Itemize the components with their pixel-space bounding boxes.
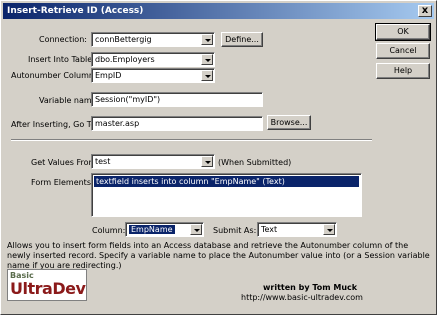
column-select[interactable]: EmpName — [125, 222, 204, 237]
column-label: Column: — [92, 226, 126, 235]
autonumber-column-select[interactable]: EmpID — [91, 68, 215, 83]
title-bar[interactable]: Insert-Retrieve ID (Access) x — [3, 3, 434, 19]
form-elements-label: Form Elements: — [31, 178, 94, 187]
chevron-down-icon[interactable] — [201, 156, 213, 167]
insert-into-table-value: dbo.Employers — [95, 55, 155, 64]
list-item[interactable]: textfield inserts into column "EmpName" … — [94, 176, 359, 187]
close-button[interactable]: x — [418, 5, 432, 17]
chevron-down-icon[interactable] — [201, 54, 213, 65]
chevron-down-icon[interactable] — [201, 34, 213, 45]
after-inserting-input[interactable]: master.asp — [91, 116, 263, 131]
chevron-down-icon[interactable] — [201, 70, 213, 81]
basic-ultradev-logo: Basic UltraDev — [7, 269, 87, 301]
variable-name-value: Session("myID") — [95, 95, 161, 104]
ok-button[interactable]: OK — [375, 23, 431, 41]
author-credit: written by Tom Muck — [263, 283, 358, 292]
insert-into-table-label: Insert Into Table: — [28, 55, 95, 64]
window-title: Insert-Retrieve ID (Access) — [7, 6, 144, 16]
get-values-from-select[interactable]: test — [91, 154, 215, 169]
submit-as-label: Submit As: — [213, 226, 257, 235]
after-inserting-label: After Inserting, Go To: — [11, 120, 98, 129]
column-value: EmpName — [129, 225, 175, 234]
author-url[interactable]: http://www.basic-ultradev.com — [241, 293, 363, 302]
insert-into-table-select[interactable]: dbo.Employers — [91, 52, 215, 67]
chevron-down-icon[interactable] — [190, 224, 202, 235]
submit-as-select[interactable]: Text — [257, 222, 337, 237]
logo-ultradev-text: UltraDev — [10, 279, 86, 298]
variable-name-input[interactable]: Session("myID") — [91, 92, 263, 107]
get-values-from-label: Get Values From: — [31, 158, 99, 167]
submit-as-value: Text — [261, 225, 278, 234]
connection-value: connBettergig — [95, 35, 152, 44]
dialog-window: Insert-Retrieve ID (Access) x OK Cancel … — [0, 0, 437, 315]
help-button[interactable]: Help — [376, 63, 430, 79]
when-submitted-note: (When Submitted) — [218, 158, 292, 167]
separator — [11, 139, 372, 141]
define-button[interactable]: Define... — [221, 32, 263, 47]
after-inserting-value: master.asp — [95, 119, 140, 128]
browse-button[interactable]: Browse... — [267, 115, 311, 130]
get-values-from-value: test — [95, 157, 111, 166]
autonumber-column-value: EmpID — [95, 71, 122, 80]
connection-select[interactable]: connBettergig — [91, 32, 215, 47]
autonumber-column-label: Autonumber Column: — [11, 71, 97, 80]
form-elements-list[interactable]: textfield inserts into column "EmpName" … — [91, 173, 362, 217]
connection-label: Connection: — [39, 35, 87, 44]
description-text: Allows you to insert form fields into an… — [7, 241, 430, 270]
chevron-down-icon[interactable] — [323, 224, 335, 235]
cancel-button[interactable]: Cancel — [376, 43, 430, 59]
